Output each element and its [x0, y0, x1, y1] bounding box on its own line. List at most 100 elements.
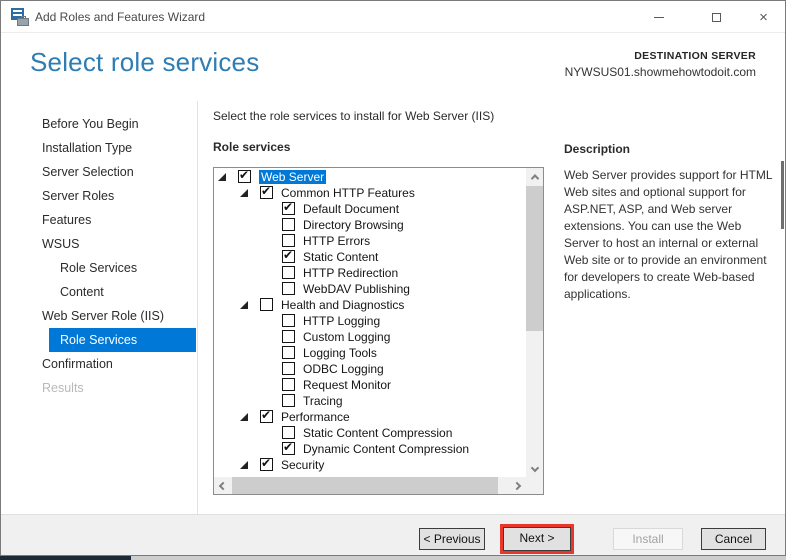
tree-checkbox[interactable]	[282, 330, 295, 343]
scroll-left-button[interactable]	[214, 477, 232, 494]
destination-server-block: DESTINATION SERVER NYWSUS01.showmehowtod…	[565, 50, 756, 79]
tree-item-label: WebDAV Publishing	[303, 282, 410, 296]
role-services-tree: ✔ Web Server ✔ Common HTTP Features ✔ Default…	[213, 167, 544, 495]
tree-item-label: Default Document	[303, 202, 400, 216]
sidebar-item-features[interactable]: Features	[2, 208, 196, 232]
tree-expander-icon[interactable]	[240, 413, 248, 421]
tree-checkbox[interactable]	[282, 314, 295, 327]
tree-checkbox[interactable]	[282, 234, 295, 247]
minimize-icon	[653, 17, 664, 18]
vertical-scroll-thumb[interactable]	[526, 186, 543, 331]
tree-row[interactable]: Directory Browsing	[214, 217, 526, 233]
tree-checkbox[interactable]: ✔	[282, 200, 295, 215]
tree-expander-icon[interactable]	[240, 189, 248, 197]
tree-checkbox[interactable]: ✔	[238, 169, 251, 183]
tree-row[interactable]: ✔ Web Server	[214, 169, 526, 185]
checkmark-icon: ✔	[283, 248, 294, 262]
sidebar-item-content[interactable]: Content	[2, 280, 196, 304]
tree-row[interactable]: HTTP Redirection	[214, 265, 526, 281]
tree-checkbox[interactable]	[260, 298, 273, 311]
sidebar-item-installation-type[interactable]: Installation Type	[2, 136, 196, 160]
scroll-up-button[interactable]	[526, 168, 543, 186]
tree-checkbox[interactable]	[282, 378, 295, 391]
tree-row[interactable]: ✔ Security	[214, 456, 526, 473]
destination-server-name: NYWSUS01.showmehowtodoit.com	[564, 65, 756, 79]
sidebar-item-before-you-begin[interactable]: Before You Begin	[2, 112, 196, 136]
tree-vertical-scrollbar[interactable]	[526, 168, 543, 477]
tree-checkbox[interactable]	[282, 282, 295, 295]
sidebar-item-server-roles[interactable]: Server Roles	[2, 184, 196, 208]
tree-row[interactable]: HTTP Logging	[214, 313, 526, 329]
taskbar-strip	[0, 556, 786, 560]
page-title: Select role services	[30, 47, 260, 77]
chevron-down-icon	[530, 463, 539, 473]
tree-checkbox[interactable]: ✔	[260, 408, 273, 423]
tree-checkbox[interactable]: ✔	[260, 456, 273, 471]
tree-row[interactable]: Request Monitor	[214, 377, 526, 393]
sidebar-item-role-services[interactable]: Role Services	[2, 256, 196, 280]
scroll-down-button[interactable]	[526, 459, 543, 477]
tree-row[interactable]: Health and Diagnostics	[214, 297, 526, 313]
description-body: Web Server provides support for HTML Web…	[564, 168, 773, 301]
tree-row[interactable]: Logging Tools	[214, 345, 526, 361]
wizard-window: Add Roles and Features Wizard × Select r…	[0, 0, 786, 556]
tree-item-label: Performance	[281, 410, 350, 424]
install-button: Install	[613, 528, 683, 550]
next-button[interactable]: Next >	[503, 527, 571, 551]
tree-row[interactable]: Tracing	[214, 393, 526, 409]
maximize-button[interactable]	[702, 7, 731, 28]
previous-button[interactable]: < Previous	[419, 528, 485, 550]
window-title: Add Roles and Features Wizard	[35, 10, 206, 24]
tree-row[interactable]: ✔ Default Document	[214, 200, 526, 217]
sidebar-item-role-services[interactable]: Role Services	[49, 328, 196, 352]
instruction-text: Select the role services to install for …	[213, 109, 495, 123]
tree-item-label: Static Content Compression	[303, 426, 453, 440]
sidebar-item-web-server-role-iis-[interactable]: Web Server Role (IIS)	[2, 304, 196, 328]
tree-expander-icon[interactable]	[240, 461, 248, 469]
tree-row[interactable]: WebDAV Publishing	[214, 281, 526, 297]
horizontal-scroll-thumb[interactable]	[232, 477, 498, 494]
taskbar-segment	[0, 556, 131, 560]
tree-checkbox[interactable]	[282, 218, 295, 231]
scroll-right-button[interactable]	[508, 477, 526, 494]
tree-checkbox[interactable]	[282, 362, 295, 375]
tree-checkbox[interactable]: ✔	[282, 440, 295, 455]
sidebar-item-confirmation[interactable]: Confirmation	[2, 352, 196, 376]
tree-expander-icon[interactable]	[240, 301, 248, 309]
tree-horizontal-scrollbar[interactable]	[214, 477, 526, 494]
tree-checkbox[interactable]	[282, 266, 295, 279]
sidebar-item-server-selection[interactable]: Server Selection	[2, 160, 196, 184]
tree-row[interactable]: Custom Logging	[214, 329, 526, 345]
tree-expander-icon[interactable]	[218, 173, 226, 181]
close-icon: ×	[759, 9, 768, 26]
tree-row[interactable]: ODBC Logging	[214, 361, 526, 377]
minimize-button[interactable]	[644, 7, 673, 28]
tree-row[interactable]: Static Content Compression	[214, 425, 526, 441]
tree-item-label: HTTP Redirection	[303, 266, 399, 280]
chevron-right-icon	[512, 481, 522, 490]
cancel-button[interactable]: Cancel	[701, 528, 766, 550]
tree-item-label: Logging Tools	[303, 346, 377, 360]
tree-checkbox[interactable]	[282, 426, 295, 439]
tree-row[interactable]: ✔ Common HTTP Features	[214, 184, 526, 201]
description-heading: Description	[564, 142, 631, 156]
checkmark-icon: ✔	[283, 200, 294, 214]
tree-checkbox[interactable]: ✔	[260, 184, 273, 199]
tree-row[interactable]: ✔ Static Content	[214, 248, 526, 265]
chevron-left-icon	[218, 481, 228, 490]
window-titlebar: Add Roles and Features Wizard ×	[1, 1, 785, 33]
screen: Add Roles and Features Wizard × Select r…	[0, 0, 786, 560]
tree-checkbox[interactable]: ✔	[282, 248, 295, 263]
tree-item-label: Common HTTP Features	[281, 186, 415, 200]
tree-row[interactable]: ✔ Performance	[214, 408, 526, 425]
sidebar-item-wsus[interactable]: WSUS	[2, 232, 196, 256]
description-scrollbar-thumb[interactable]	[781, 161, 784, 229]
close-button[interactable]: ×	[749, 7, 778, 28]
tree-checkbox[interactable]	[282, 394, 295, 407]
tree-row[interactable]: ✔ Dynamic Content Compression	[214, 440, 526, 457]
tree-item-label: Health and Diagnostics	[281, 298, 405, 312]
tree-row[interactable]: HTTP Errors	[214, 233, 526, 249]
tree-item-label: Security	[281, 458, 325, 472]
tree-item-label: Web Server	[259, 170, 327, 184]
tree-checkbox[interactable]	[282, 346, 295, 359]
